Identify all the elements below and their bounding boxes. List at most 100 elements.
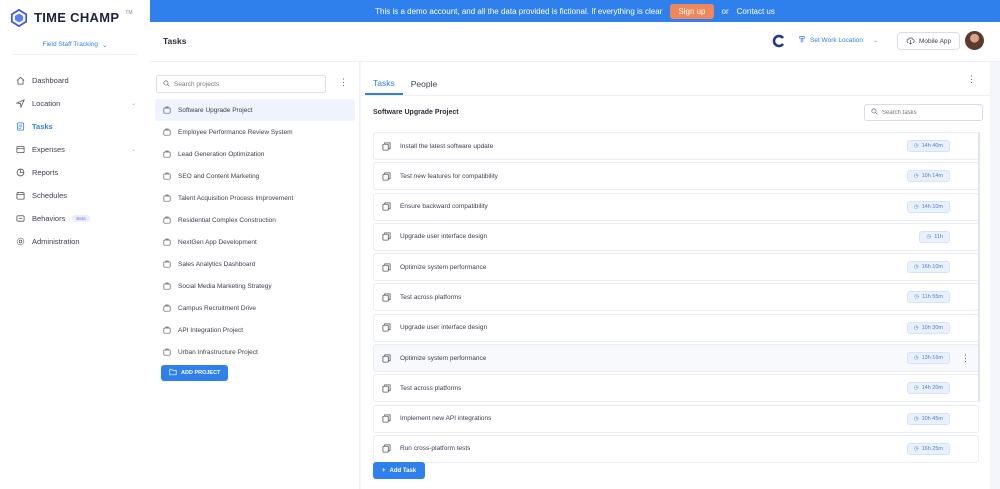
chevron-down-icon: ⌄ [130, 101, 136, 107]
sidebar-item-label: Tasks [32, 122, 53, 131]
time-badge: ◷ 16h 10m [906, 261, 950, 274]
add-project-button[interactable]: ADD PROJECT [161, 365, 229, 381]
project-item[interactable]: Sales Analytics Dashboard [155, 253, 355, 275]
sidebar-item-behaviors[interactable]: Behaviors Beta [0, 207, 150, 230]
clock-icon: ◷ [914, 294, 919, 301]
task-copy-icon [382, 323, 391, 332]
project-item[interactable]: Lead Generation Optimization [155, 143, 355, 165]
clock-icon: ◷ [913, 173, 919, 180]
task-row[interactable]: Optimize system performance ◷ 13h 16m ⋮ [373, 344, 979, 373]
task-row[interactable]: Upgrade user interface design ◷ 10h 30m [373, 313, 979, 342]
task-more-icon[interactable]: ⋮ [961, 353, 970, 364]
home-icon [16, 76, 25, 85]
task-search-box[interactable] [864, 104, 983, 121]
add-project-label: ADD PROJECT [181, 370, 221, 376]
time-value: 16h 10m [921, 264, 943, 271]
org-selector-label: Field Staff Tracking [42, 41, 99, 48]
project-item[interactable]: Urban Infrastructure Project [155, 341, 355, 363]
mobile-app-button[interactable]: Mobile App [897, 32, 961, 50]
sidebar-item-reports[interactable]: Reports [0, 161, 150, 184]
task-search-input[interactable] [882, 109, 977, 116]
sidebar-item-schedules[interactable]: Schedules [0, 184, 150, 207]
clock-icon: ◷ [913, 355, 919, 362]
time-value: 10h 45m [921, 415, 943, 422]
task-row[interactable]: Implement new API integrations ◷ 10h 45m [373, 404, 979, 433]
project-item[interactable]: Employee Performance Review System [155, 121, 355, 143]
project-icon [163, 304, 171, 312]
add-task-button[interactable]: + Add Task [373, 462, 426, 479]
project-item[interactable]: Campus Recruitment Drive [155, 297, 355, 319]
tab-people[interactable]: People [403, 72, 445, 95]
search-icon [871, 108, 878, 117]
sidebar-item-location[interactable]: Location ⌄ [0, 92, 150, 115]
sidebar-item-dashboard[interactable]: Dashboard [0, 69, 150, 92]
clock-icon: ◷ [913, 264, 919, 271]
project-list: Software Upgrade Project Employee Perfor… [155, 99, 355, 363]
time-value: 14h 20m [921, 385, 943, 392]
page-title: Tasks [163, 36, 187, 46]
task-copy-icon [382, 172, 391, 181]
time-badge: ◷ 16h 25m [906, 442, 950, 455]
project-icon [163, 238, 171, 246]
task-name: Test new features for compatibility [400, 172, 498, 180]
selected-project-title: Software Upgrade Project [373, 109, 459, 116]
project-search-input[interactable] [174, 80, 314, 88]
location-arrow-icon [16, 99, 25, 108]
project-label: Talent Acquisition Process Improvement [178, 194, 294, 202]
project-item[interactable]: API Integration Project [155, 319, 355, 341]
signup-button[interactable]: Sign up [670, 3, 714, 19]
project-icon [163, 326, 171, 334]
project-item[interactable]: NextGen App Development [155, 231, 355, 253]
task-name: Upgrade user interface design [400, 324, 488, 332]
time-value: 13h 16m [921, 355, 943, 362]
task-row[interactable]: Install the latest software update ◷ 14h … [373, 132, 979, 160]
org-selector[interactable]: Field Staff Tracking ⌄ [12, 35, 138, 55]
cloud-download-icon [906, 36, 915, 47]
project-label: NextGen App Development [178, 238, 257, 246]
time-value: 11h 55m [922, 294, 943, 301]
project-item[interactable]: Software Upgrade Project [155, 99, 355, 121]
project-icon [163, 194, 171, 202]
sidebar-item-expenses[interactable]: Expenses ⌄ [0, 138, 150, 161]
sidebar-item-label: Administration [32, 237, 80, 246]
project-icon [163, 260, 171, 268]
set-work-location-button[interactable]: Set Work Location ⌄ [798, 35, 878, 45]
divider [361, 95, 990, 96]
task-row[interactable]: Test new features for compatibility ◷ 10h… [373, 162, 979, 191]
tasks-panel: Tasks People ⋮ Software Upgrade Project … [361, 62, 990, 489]
task-copy-icon [382, 293, 391, 302]
task-copy-icon [382, 202, 391, 211]
sidebar-item-administration[interactable]: Administration [0, 230, 150, 253]
project-item[interactable]: Talent Acquisition Process Improvement [155, 187, 355, 209]
work-location-label: Set Work Location [810, 36, 863, 44]
tab-tasks[interactable]: Tasks [365, 72, 403, 95]
brand-logo[interactable]: TIME CHAMP TM [0, 0, 150, 35]
task-row[interactable]: Test across platforms ◷ 14h 20m [373, 374, 979, 403]
task-row[interactable]: Test across platforms ◷ 11h 55m [373, 283, 979, 312]
task-row[interactable]: Upgrade user interface design ◷ 11h [373, 222, 979, 251]
projects-panel: ⋮ Software Upgrade Project Employee Perf… [150, 62, 360, 489]
calendar-icon [16, 191, 25, 200]
sidebar-item-tasks[interactable]: Tasks [0, 115, 150, 138]
contact-us-link[interactable]: Contact us [737, 7, 775, 16]
banner-message: This is a demo account, and all the data… [375, 6, 663, 16]
projects-more-icon[interactable]: ⋮ [339, 77, 348, 88]
project-item[interactable]: SEO and Content Marketing [155, 165, 355, 187]
time-badge: ◷ 14h 40m [906, 140, 950, 152]
task-row[interactable]: Ensure backward compatibility ◷ 14h 10m [373, 192, 979, 221]
project-item[interactable]: Social Media Marketing Strategy [155, 275, 355, 297]
project-label: Urban Infrastructure Project [178, 348, 258, 356]
tasks-more-icon[interactable]: ⋮ [967, 74, 976, 85]
task-row[interactable]: Optimize system performance ◷ 16h 10m [373, 253, 979, 282]
time-badge: ◷ 10h 45m [906, 412, 950, 425]
task-row[interactable]: Run cross-platform tests ◷ 16h 25m [373, 434, 979, 463]
task-copy-icon [382, 414, 391, 423]
top-header: Tasks Set Work Location ⌄ Mobile App [150, 22, 1000, 62]
task-name: Ensure backward compatibility [400, 203, 488, 211]
task-list-scrollbar[interactable] [978, 132, 980, 402]
avatar[interactable] [965, 31, 984, 50]
task-name: Test across platforms [400, 384, 462, 392]
project-search-box[interactable] [156, 75, 326, 93]
time-badge: ◷ 14h 10m [906, 200, 950, 213]
project-item[interactable]: Residential Complex Construction [155, 209, 355, 231]
